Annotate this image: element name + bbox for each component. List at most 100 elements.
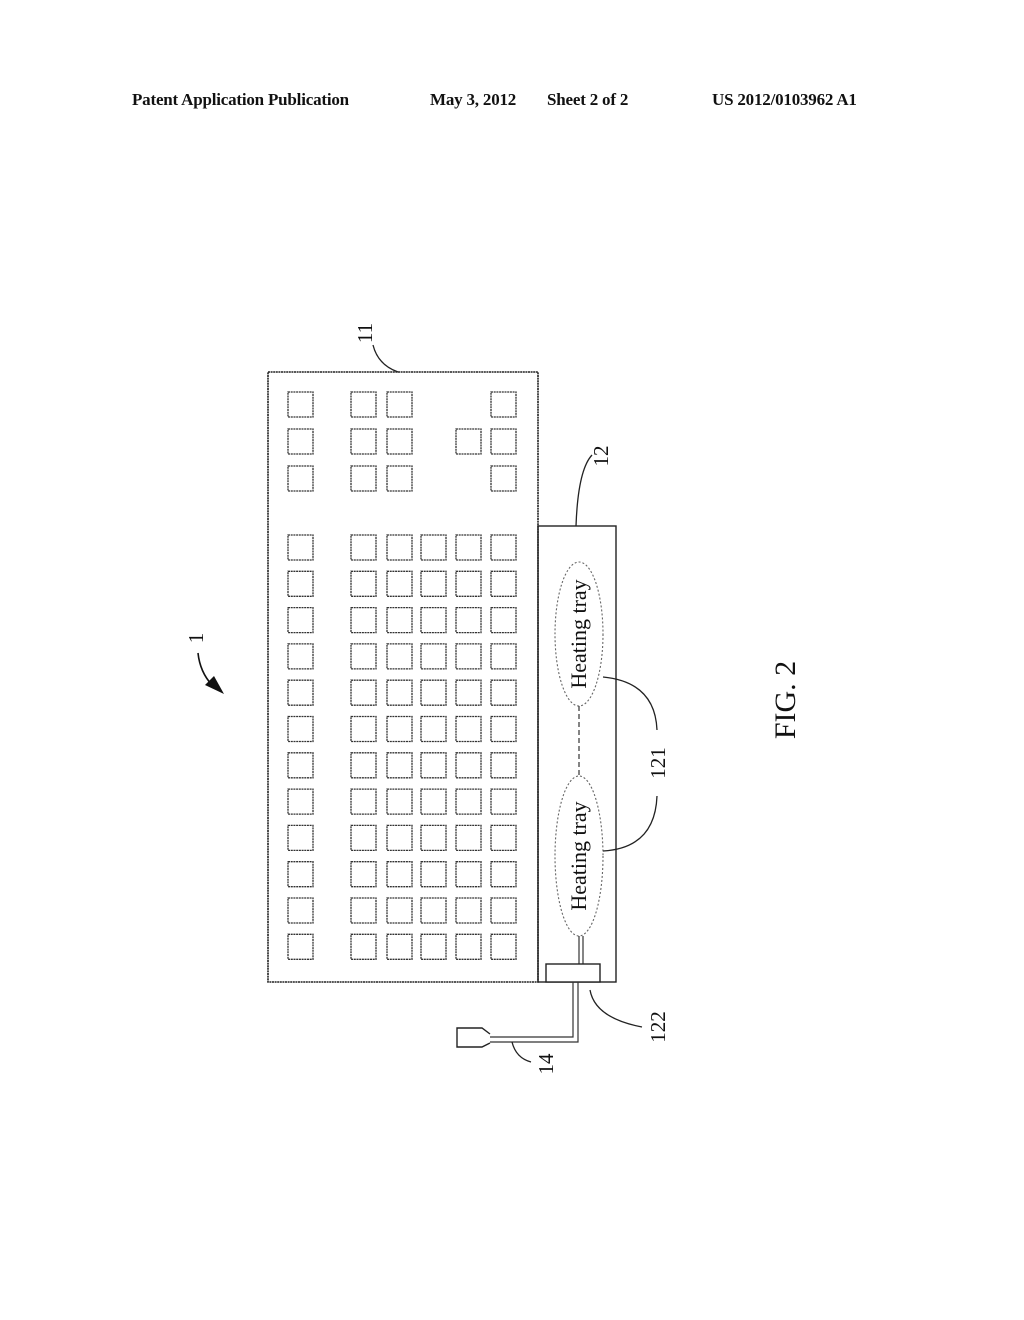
keyboard-key [386,715,413,743]
keyboard-key [386,428,413,455]
keyboard-key [350,861,377,888]
keyboard-key [287,679,314,706]
keyboard-key [386,752,413,779]
keyboard-key [420,570,447,597]
keyboard-keys [287,391,517,960]
keyboard-key [386,570,413,597]
keyboard-key [350,643,377,670]
leader-122 [589,989,643,1028]
keyboard-key [455,428,482,455]
keyboard-key [386,465,413,492]
keyboard-key [350,824,377,852]
keyboard-key [455,715,482,743]
keyboard-key [287,428,314,455]
keyboard-key [420,643,447,670]
keyboard-key [420,715,447,743]
keyboard-key [490,933,517,960]
keyboard-key [386,391,413,418]
keyboard-key [490,606,517,634]
patent-figure: Heating tray Heating tray 11 12 121 122 … [184,323,802,1075]
keyboard-key [490,752,517,779]
keyboard-key [490,715,517,743]
keyboard-key [350,679,377,706]
keyboard-key [350,933,377,960]
keyboard-key [420,752,447,779]
keyboard-key [350,897,377,924]
keyboard-key [420,897,447,924]
keyboard-key [490,570,517,597]
keyboard-key [386,606,413,634]
ref-121: 121 [646,747,670,779]
keyboard-key [490,465,517,492]
keyboard-key [287,897,314,924]
keyboard-key [455,606,482,634]
ref-1: 1 [184,633,208,644]
keyboard-key [455,824,482,852]
keyboard-key [455,861,482,888]
keyboard-key [490,679,517,706]
keyboard-key [350,715,377,743]
ref-11: 11 [353,323,377,343]
keyboard-body [267,371,539,983]
keyboard-key [287,534,314,561]
cable-line-b [490,982,579,1043]
keyboard-key [420,788,447,815]
keyboard-key [420,679,447,706]
keyboard-key [420,534,447,561]
keyboard-key [350,534,377,561]
keyboard-key [455,643,482,670]
ref-122: 122 [646,1011,670,1043]
keyboard-key [287,933,314,960]
keyboard-key [350,606,377,634]
keyboard-key [490,897,517,924]
keyboard-key [455,933,482,960]
keyboard-key [455,534,482,561]
keyboard-key [386,824,413,852]
leader-14 [511,1041,532,1063]
keyboard-key [350,752,377,779]
keyboard-key [455,752,482,779]
keyboard-key [386,534,413,561]
keyboard-key [287,824,314,852]
keyboard-key [287,391,314,418]
keyboard-key [287,715,314,743]
plug [456,1027,491,1048]
keyboard-key [490,643,517,670]
keyboard-key [350,465,377,492]
keyboard-key [350,428,377,455]
leader-121-lower [602,795,658,852]
keyboard-key [350,570,377,597]
keyboard-key [287,606,314,634]
keyboard-key [386,897,413,924]
keyboard-key [386,861,413,888]
keyboard-key [490,428,517,455]
cable-line-a [490,982,574,1038]
keyboard-key [386,643,413,670]
keyboard-key [490,861,517,888]
keyboard-key [287,752,314,779]
keyboard-key [490,824,517,852]
keyboard-key [490,788,517,815]
connector [545,963,601,983]
keyboard-key [455,679,482,706]
ref-12: 12 [589,446,613,467]
leader-121-upper [602,676,658,731]
keyboard-key [287,465,314,492]
keyboard-key [386,933,413,960]
keyboard-key [420,861,447,888]
keyboard-key [350,391,377,418]
heating-tray-lower-label: Heating tray [566,801,591,910]
keyboard-key [287,788,314,815]
keyboard-key [455,570,482,597]
keyboard-key [350,788,377,815]
keyboard-key [287,570,314,597]
keyboard-key [455,788,482,815]
keyboard-key [287,643,314,670]
keyboard-key [420,933,447,960]
keyboard-key [420,824,447,852]
keyboard-key [490,391,517,418]
heating-tray-upper-label: Heating tray [566,579,591,688]
leader-11 [372,344,399,373]
keyboard-key [287,861,314,888]
keyboard-key [420,606,447,634]
